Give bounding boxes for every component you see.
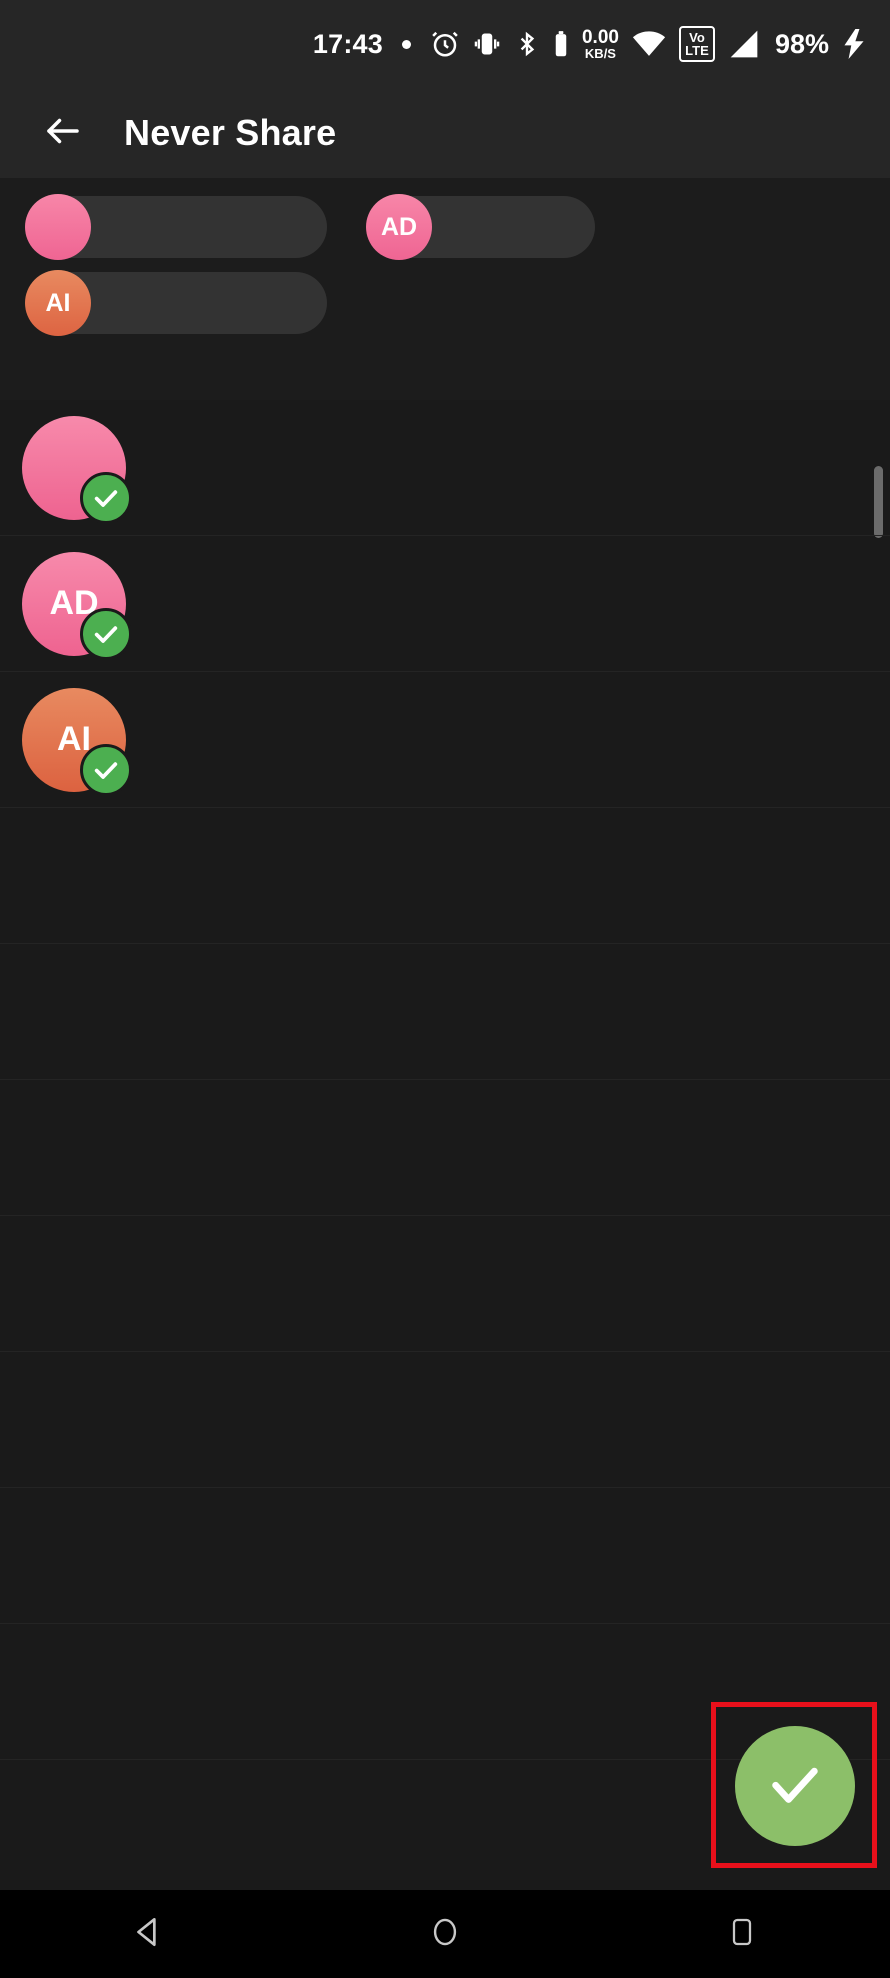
volte-icon: Vo LTE [678, 26, 715, 62]
chip-avatar: AD [366, 194, 432, 260]
check-icon [764, 1753, 826, 1820]
status-bar: 17:43 0.00 KB/S Vo LTE 98% [0, 0, 890, 88]
list-item[interactable] [0, 1352, 890, 1488]
chip-row: AD [0, 194, 890, 260]
back-arrow-icon [42, 110, 84, 157]
network-speed-value: 0.00 [581, 27, 619, 48]
battery-percent-label: 98% [774, 28, 829, 59]
selected-check-icon [80, 743, 132, 796]
chip-avatar [25, 194, 91, 260]
chip-avatar: AI [25, 270, 91, 336]
nav-back-icon [129, 1913, 167, 1956]
selected-check-icon [80, 471, 132, 524]
signal-icon [728, 29, 760, 59]
page-title: Never Share [124, 112, 337, 153]
contact-chip[interactable]: AI [25, 270, 327, 336]
network-speed-icon: 0.00 KB/S [582, 28, 619, 60]
list-item[interactable]: AI [0, 672, 890, 808]
battery-small-icon [553, 30, 569, 58]
list-item[interactable] [0, 1216, 890, 1352]
bluetooth-icon [514, 30, 540, 58]
avatar [22, 415, 132, 524]
phone-screen: 17:43 0.00 KB/S Vo LTE 98% Never Share A… [0, 0, 890, 1978]
list-item[interactable] [0, 1488, 890, 1624]
network-speed-unit: KB/S [584, 46, 616, 61]
list-item[interactable] [0, 944, 890, 1080]
wifi-icon [632, 30, 666, 58]
nav-recents-button[interactable] [687, 1890, 797, 1978]
confirm-fab-button[interactable] [735, 1726, 855, 1846]
charging-bolt-icon [842, 29, 866, 59]
list-item[interactable] [0, 808, 890, 944]
chip-avatar-initials: AD [380, 212, 418, 241]
selected-check-icon [80, 607, 132, 660]
list-item[interactable]: AD [0, 536, 890, 672]
contact-chip[interactable]: AD [366, 194, 595, 260]
notification-dot-icon [401, 39, 411, 49]
android-nav-bar [0, 1890, 890, 1978]
contact-chip[interactable] [25, 194, 327, 260]
nav-home-icon [428, 1915, 462, 1954]
chip-row: AI [0, 270, 890, 336]
nav-home-button[interactable] [390, 1890, 500, 1978]
avatar: AI [22, 687, 132, 796]
alarm-icon [430, 29, 460, 59]
nav-recents-icon [726, 1916, 758, 1953]
list-item[interactable] [0, 1080, 890, 1216]
volte-bottom-label: LTE [685, 43, 709, 58]
back-button[interactable] [30, 100, 96, 166]
app-bar: Never Share [0, 88, 890, 178]
contacts-list[interactable]: AD AI [0, 400, 890, 1896]
status-bar-clock: 17:43 [312, 28, 383, 59]
avatar: AD [22, 551, 132, 660]
selected-contacts-chips: AD AI [0, 178, 890, 400]
nav-back-button[interactable] [93, 1890, 203, 1978]
vibrate-icon [473, 30, 501, 58]
list-item[interactable] [0, 400, 890, 536]
chip-avatar-initials: AI [45, 288, 71, 317]
